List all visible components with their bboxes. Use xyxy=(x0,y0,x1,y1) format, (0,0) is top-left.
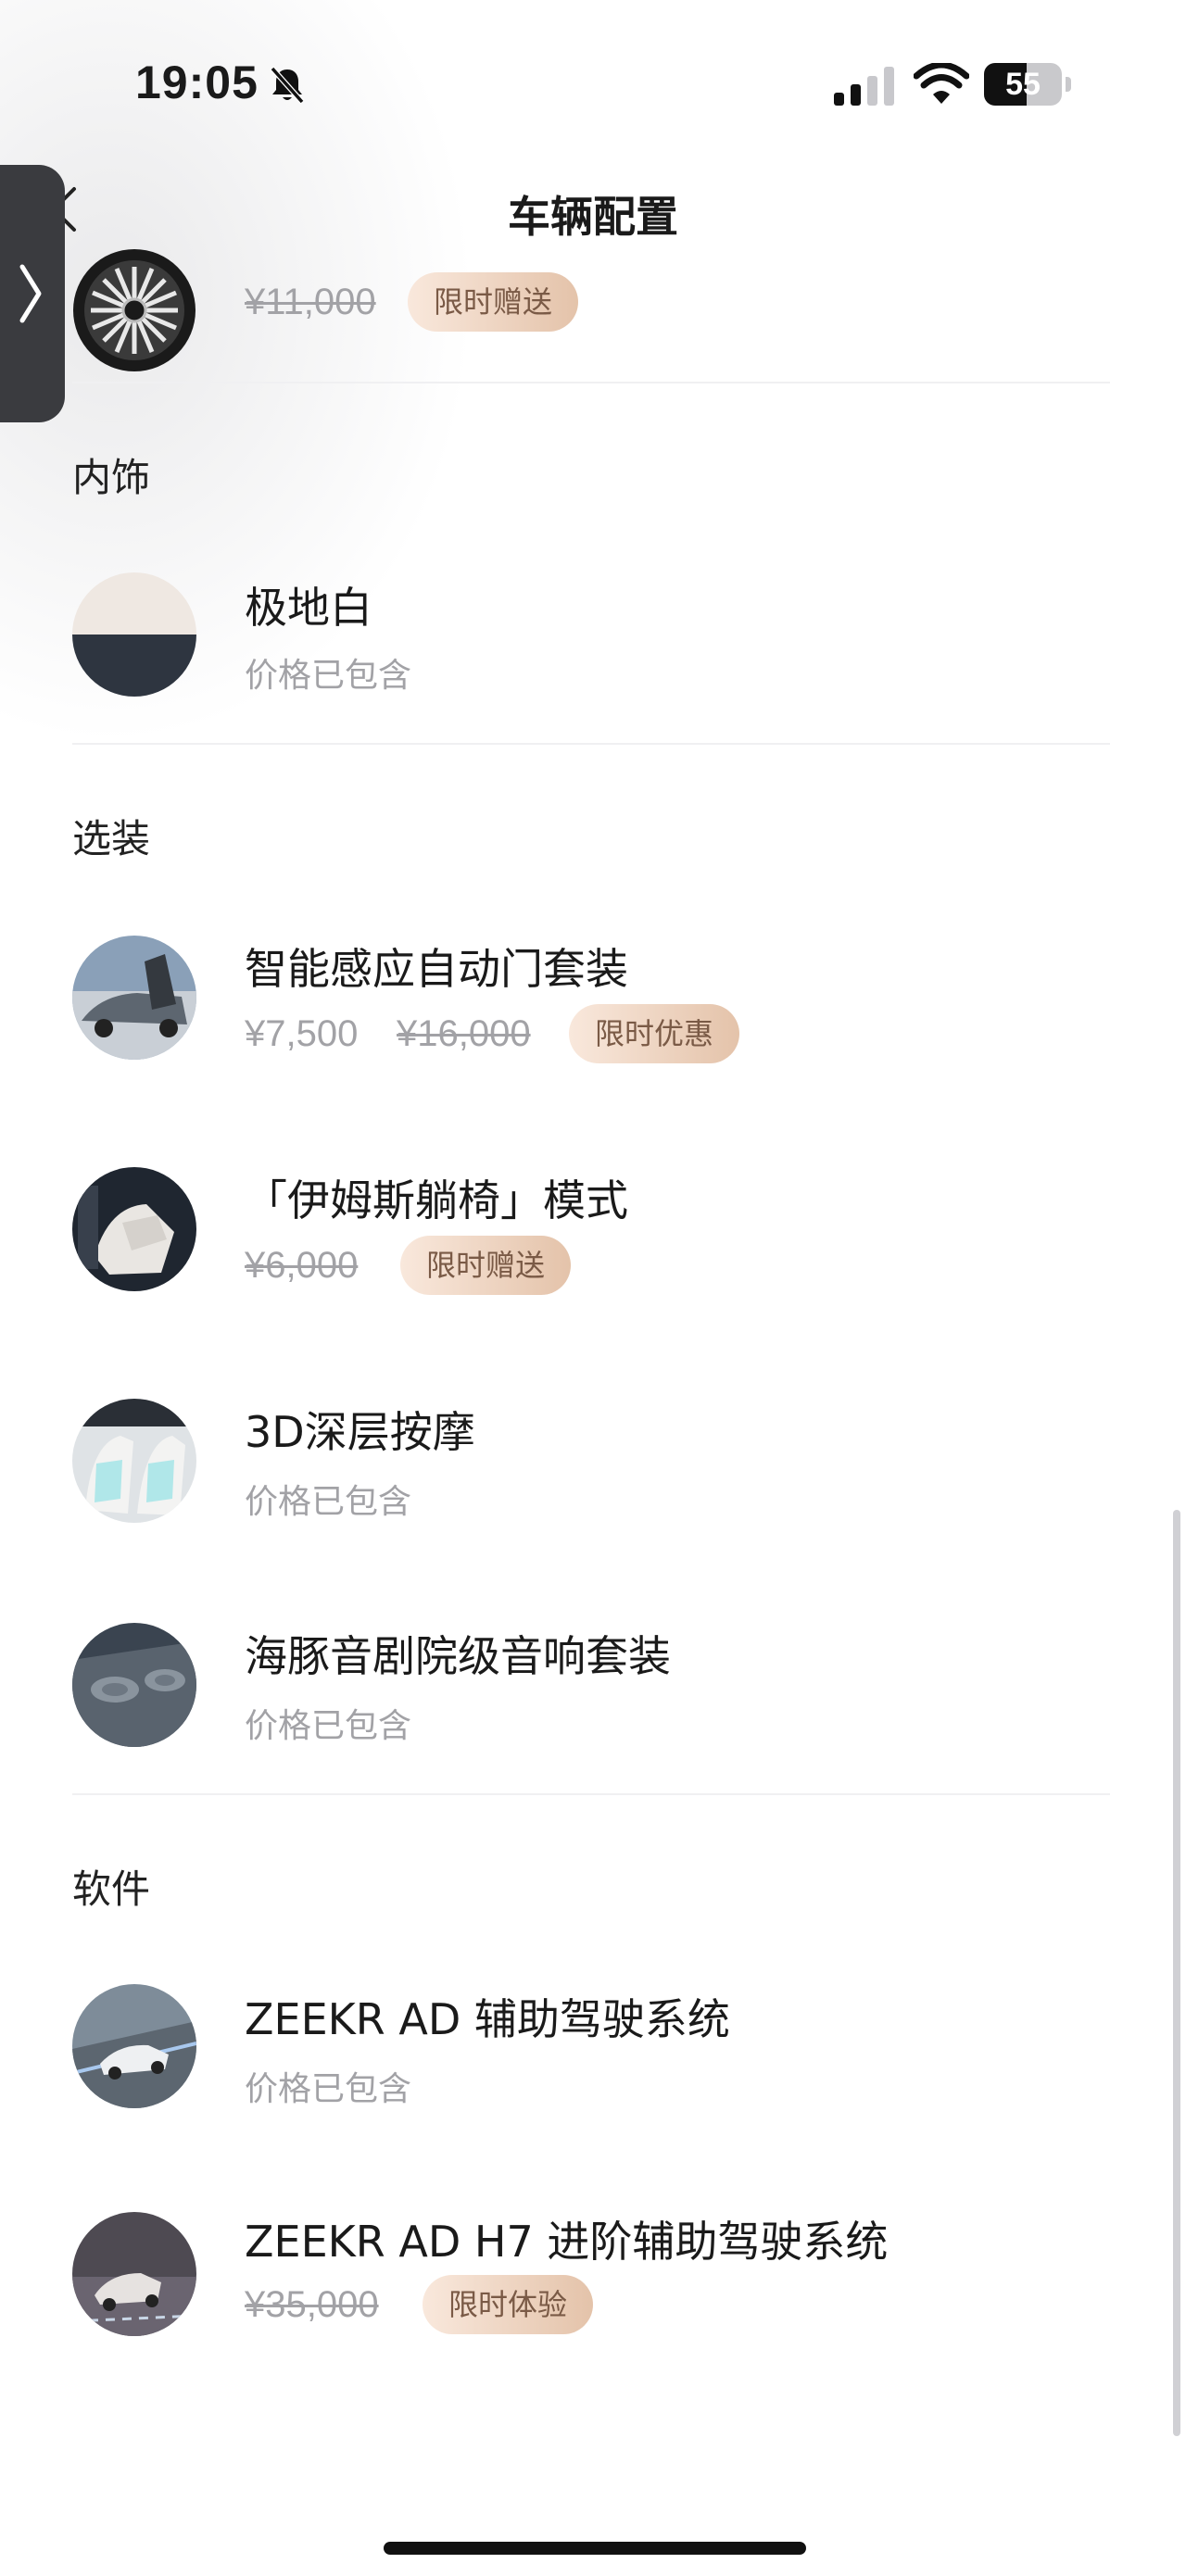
audio-system-thumbnail xyxy=(72,1623,196,1747)
option-promo-badge: 限时优惠 xyxy=(569,1004,740,1063)
divider xyxy=(72,743,1110,745)
option-name: 海豚音剧院级音响套装 xyxy=(245,1631,671,1681)
software-promo-badge: 限时体验 xyxy=(423,2275,594,2334)
auto-door-thumbnail xyxy=(72,936,196,1060)
background-shade xyxy=(0,0,1186,834)
eames-lounge-thumbnail xyxy=(72,1167,196,1291)
battery-percent: 55 xyxy=(1005,67,1041,102)
option-original-price: ¥16,000 xyxy=(397,1013,531,1054)
option-name: 智能感应自动门套装 xyxy=(245,944,628,994)
option-name: 「伊姆斯躺椅」模式 xyxy=(245,1175,628,1225)
option-promo-badge: 限时赠送 xyxy=(400,1236,572,1295)
section-title-options: 选装 xyxy=(72,816,151,861)
divider xyxy=(72,1793,1110,1795)
section-title-interior: 内饰 xyxy=(72,455,151,500)
interior-color-name: 极地白 xyxy=(245,583,372,633)
chevron-right-icon xyxy=(19,264,42,323)
wifi-icon xyxy=(914,63,969,104)
screen: 19:05 55 车辆配置 ¥11,000 限时赠送 内饰 极地白 价格已包含 … xyxy=(0,0,1186,2576)
section-title-software: 软件 xyxy=(72,1866,151,1912)
software-original-price: ¥35,000 xyxy=(245,2284,379,2325)
battery-icon: 55 xyxy=(984,63,1073,106)
zeekr-ad-thumbnail xyxy=(72,1984,196,2108)
bell-muted-icon xyxy=(270,67,305,104)
massage-seat-thumbnail xyxy=(72,1399,196,1523)
software-name: ZEEKR AD 辅助驾驶系统 xyxy=(245,1994,730,2044)
interior-price-note: 价格已包含 xyxy=(245,657,412,695)
wheel-thumbnail xyxy=(72,248,196,372)
side-drawer-handle[interactable] xyxy=(0,165,65,422)
status-time: 19:05 xyxy=(135,57,259,108)
option-name: 3D深层按摩 xyxy=(245,1407,475,1457)
page-title: 车辆配置 xyxy=(508,192,678,242)
scrollbar[interactable] xyxy=(1173,1510,1180,2436)
option-price: ¥7,500 xyxy=(245,1013,359,1054)
option-price-note: 价格已包含 xyxy=(245,1483,412,1521)
zeekr-ad-h7-thumbnail xyxy=(72,2212,196,2336)
divider xyxy=(72,382,1110,383)
wheel-original-price: ¥11,000 xyxy=(245,282,376,322)
option-original-price: ¥6,000 xyxy=(245,1245,359,1286)
software-price-note: 价格已包含 xyxy=(245,2070,412,2108)
software-name: ZEEKR AD H7 进阶辅助驾驶系统 xyxy=(245,2217,889,2267)
home-indicator[interactable] xyxy=(384,2542,806,2555)
interior-color-swatch[interactable] xyxy=(72,572,196,697)
wheel-promo-badge: 限时赠送 xyxy=(408,272,579,332)
cellular-signal-icon xyxy=(834,67,894,106)
option-price-note: 价格已包含 xyxy=(245,1707,412,1745)
